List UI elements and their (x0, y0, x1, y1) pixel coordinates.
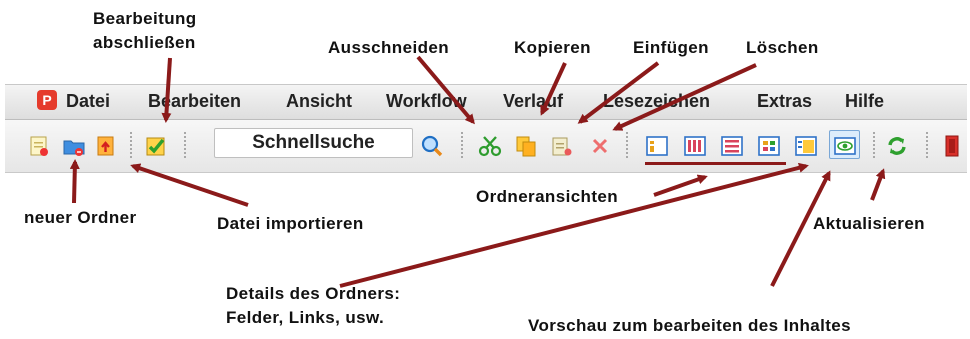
annotation-folder-views: Ordneransichten (476, 187, 619, 206)
arrow-delete (612, 63, 757, 131)
annotation-finish-edit-line2: abschließen (93, 33, 196, 52)
arrow-new-folder (69, 159, 80, 204)
annotation-delete: Löschen (746, 38, 819, 57)
annotation-new-folder: neuer Ordner (24, 208, 137, 227)
annotation-details-line1: Details des Ordners: (226, 284, 401, 303)
arrow-copy (540, 62, 567, 116)
annotation-paste: Einfügen (633, 38, 709, 57)
arrow-refresh (870, 168, 886, 201)
annotation-refresh: Aktualisieren (813, 214, 925, 233)
annotation-preview: Vorschau zum bearbeiten des Inhaltes (528, 316, 852, 335)
arrow-import-file (130, 163, 249, 207)
annotation-cut: Ausschneiden (328, 38, 449, 57)
arrow-folder-details (339, 162, 809, 288)
annotation-details-line2: Felder, Links, usw. (226, 308, 385, 327)
annotation-finish-edit-line1: Bearbeitung (93, 9, 197, 28)
arrow-finish-edit (161, 57, 172, 123)
annotation-copy: Kopieren (514, 38, 591, 57)
arrow-cut (416, 55, 475, 125)
annotation-import-file: Datei importieren (217, 214, 364, 233)
